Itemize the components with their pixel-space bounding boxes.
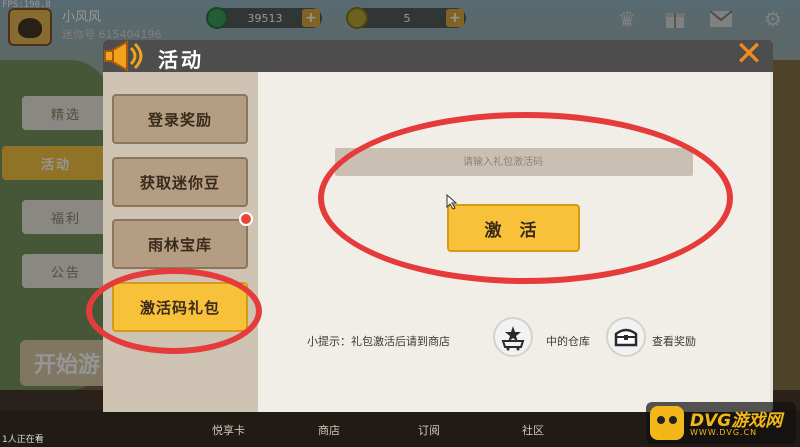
notification-badge bbox=[239, 212, 253, 226]
gift-code-input[interactable] bbox=[335, 148, 693, 176]
bottom-item-shop[interactable]: 商店 bbox=[318, 422, 340, 438]
menu-gift-code[interactable]: 激活码礼包 bbox=[112, 282, 248, 332]
tip-prefix: 小提示：礼包激活后请到商店 bbox=[307, 335, 450, 348]
watermark-logo-icon bbox=[650, 406, 684, 440]
menu-login-reward[interactable]: 登录奖励 bbox=[112, 94, 248, 144]
menu-rainforest-treasure[interactable]: 雨林宝库 bbox=[112, 219, 248, 269]
watermark-site: WWW.DVG.CN bbox=[690, 428, 758, 437]
shop-cart-icon[interactable] bbox=[493, 317, 533, 357]
activate-button[interactable]: 激 活 bbox=[447, 204, 580, 252]
tip-suffix: 查看奖励 bbox=[652, 335, 696, 348]
online-viewers: 1人正在看 bbox=[2, 435, 44, 445]
menu-get-mini-beans[interactable]: 获取迷你豆 bbox=[112, 157, 248, 207]
tip-mid: 中的仓库 bbox=[546, 335, 590, 348]
bottom-item-subscribe[interactable]: 订阅 bbox=[418, 422, 440, 438]
mouse-cursor-icon bbox=[446, 193, 458, 210]
bottom-item-pass[interactable]: 悦享卡 bbox=[212, 422, 245, 438]
panel-title: 活动 bbox=[158, 48, 204, 72]
bottom-item-community[interactable]: 社区 bbox=[522, 422, 544, 438]
close-icon[interactable]: ✕ bbox=[732, 37, 766, 71]
chest-icon[interactable] bbox=[606, 317, 646, 357]
